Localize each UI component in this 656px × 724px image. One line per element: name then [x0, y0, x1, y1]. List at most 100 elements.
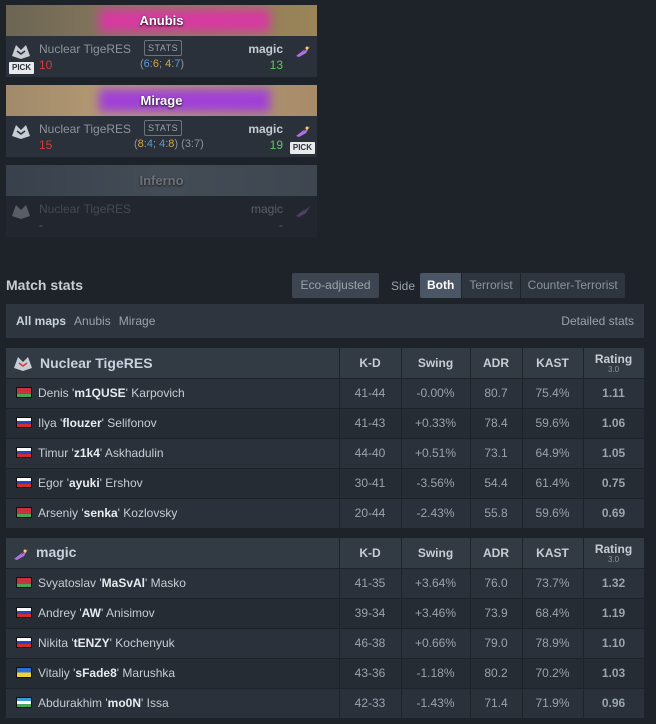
team-stats-table: magic K-D Swing ADR KAST Rating 3.0 Svyatoslav …: [6, 538, 645, 718]
kd-cell: 20-44: [339, 497, 402, 528]
tiger-logo-icon: [12, 205, 30, 219]
team-left-name: Nuclear TigeRES: [39, 202, 132, 216]
flag-icon: [16, 447, 32, 458]
map-banner: Inferno: [6, 165, 317, 196]
kd-cell: 41-43: [339, 407, 402, 438]
map-result: PICK Nuclear TigeRES 10 STATS (6:6; 4:7)…: [6, 36, 317, 77]
player-cell[interactable]: Nikita 'tENZY' Kochenyuk: [6, 627, 340, 658]
kast-cell: 70.2%: [522, 657, 584, 688]
adr-cell: 78.4: [470, 407, 523, 438]
adr-cell: 76.0: [470, 567, 523, 598]
team-left-score: 15: [39, 138, 53, 152]
adr-cell: 54.4: [470, 467, 523, 498]
team-stats-table: Nuclear TigeRES K-D Swing ADR KAST Rating 3.0 D…: [6, 348, 645, 528]
tiger-logo-icon: [14, 356, 32, 371]
table-row: Andrey 'AW' Anisimov 39-34 +3.46% 73.9 68.4%…: [6, 597, 645, 628]
map-result: Nuclear TigeRES - magic -: [6, 196, 317, 237]
magic-logo-icon: [296, 206, 310, 217]
team-name[interactable]: Nuclear TigeRES: [6, 348, 340, 378]
team-name[interactable]: magic: [6, 538, 340, 568]
col-kd[interactable]: K-D: [339, 538, 402, 568]
rating-cell: 1.03: [583, 657, 645, 688]
table-row: Denis 'm1QUSE' Karpovich 41-44 -0.00% 80.7 7…: [6, 377, 645, 408]
player-cell[interactable]: Denis 'm1QUSE' Karpovich: [6, 377, 340, 408]
player-cell[interactable]: Timur 'z1k4' Askhadulin: [6, 437, 340, 468]
flag-icon: [16, 637, 32, 648]
adr-cell: 73.1: [470, 437, 523, 468]
kd-cell: 44-40: [339, 437, 402, 468]
swing-cell: +0.51%: [401, 437, 471, 468]
table-row: Svyatoslav 'MaSvAl' Masko 41-35 +3.64% 76.0…: [6, 567, 645, 598]
team-right-score: 13: [269, 58, 283, 72]
kd-cell: 46-38: [339, 627, 402, 658]
kast-cell: 75.4%: [522, 377, 584, 408]
filter-anubis[interactable]: Anubis: [74, 314, 111, 328]
col-rating[interactable]: Rating 3.0: [583, 538, 645, 568]
filter-mirage[interactable]: Mirage: [119, 314, 156, 328]
player-cell[interactable]: Andrey 'AW' Anisimov: [6, 597, 340, 628]
flag-icon: [16, 507, 32, 519]
tiger-logo-icon: [12, 125, 30, 139]
pick-badge: PICK: [289, 142, 315, 154]
map-banner-highlight: [99, 89, 271, 112]
magic-logo-icon: [296, 46, 310, 57]
col-adr[interactable]: ADR: [470, 538, 523, 568]
col-rating[interactable]: Rating 3.0: [583, 348, 645, 378]
map-stats-button[interactable]: STATS: [144, 120, 183, 136]
team-left-score: 10: [39, 58, 53, 72]
team-right-name: magic: [248, 42, 283, 56]
map-stats-button[interactable]: STATS: [144, 40, 183, 56]
table-row: Abdurakhim 'mo0N' Issa 42-33 -1.43% 71.4 71.…: [6, 687, 645, 718]
filter-all-maps[interactable]: All maps: [16, 314, 66, 328]
kd-cell: 42-33: [339, 687, 402, 718]
player-cell[interactable]: Arseniy 'senka' Kozlovsky: [6, 497, 340, 528]
player-cell[interactable]: Vitaliy 'sFade8' Marushka: [6, 657, 340, 688]
pick-badge: PICK: [9, 62, 35, 74]
map-result: Nuclear TigeRES 15 STATS (8:4; 4:8) (3:7…: [6, 116, 317, 157]
flag-icon: [16, 577, 32, 588]
side-option-both[interactable]: Both: [420, 273, 463, 298]
map-card-inferno: Inferno Nuclear TigeRES - magic -: [6, 165, 317, 237]
rating-cell: 1.10: [583, 627, 645, 658]
team-left-name: Nuclear TigeRES: [39, 42, 132, 56]
player-cell[interactable]: Abdurakhim 'mo0N' Issa: [6, 687, 340, 718]
kast-cell: 78.9%: [522, 627, 584, 658]
player-cell[interactable]: Ilya 'flouzer' Selifonov: [6, 407, 340, 438]
team-right-name: magic: [250, 202, 283, 216]
map-card-anubis[interactable]: Anubis PICK Nuclear TigeRES 10 STATS (6:…: [6, 5, 317, 77]
magic-logo-icon: [296, 126, 310, 137]
kast-cell: 73.7%: [522, 567, 584, 598]
map-card-mirage[interactable]: Mirage Nuclear TigeRES 15 STATS (8:4; 4:…: [6, 85, 317, 157]
map-name: Mirage: [140, 93, 183, 108]
side-option-terrorist[interactable]: Terrorist: [462, 273, 521, 298]
kd-cell: 43-36: [339, 657, 402, 688]
side-option-counter-terrorist[interactable]: Counter-Terrorist: [521, 273, 625, 298]
flag-icon: [16, 477, 32, 488]
col-kd[interactable]: K-D: [339, 348, 402, 378]
rating-cell: 0.75: [583, 467, 645, 498]
kd-cell: 41-44: [339, 377, 402, 408]
col-swing[interactable]: Swing: [401, 538, 471, 568]
map-banner-highlight: [99, 9, 271, 32]
swing-cell: -0.00%: [401, 377, 471, 408]
rating-cell: 0.96: [583, 687, 645, 718]
table-row: Arseniy 'senka' Kozlovsky 20-44 -2.43% 55.8…: [6, 497, 645, 528]
player-cell[interactable]: Svyatoslav 'MaSvAl' Masko: [6, 567, 340, 598]
swing-cell: +0.33%: [401, 407, 471, 438]
col-swing[interactable]: Swing: [401, 348, 471, 378]
adr-cell: 55.8: [470, 497, 523, 528]
magic-logo-icon: [14, 549, 28, 561]
col-adr[interactable]: ADR: [470, 348, 523, 378]
map-name: Inferno: [139, 173, 184, 188]
rating-cell: 0.69: [583, 497, 645, 528]
detailed-stats-link[interactable]: Detailed stats: [561, 314, 634, 328]
team-right-score: -: [279, 218, 283, 232]
adr-cell: 71.4: [470, 687, 523, 718]
eco-adjusted-toggle[interactable]: Eco-adjusted: [292, 273, 379, 298]
player-cell[interactable]: Egor 'ayuki' Ershov: [6, 467, 340, 498]
match-stats-title: Match stats: [6, 277, 84, 293]
kast-cell: 59.6%: [522, 407, 584, 438]
col-kast[interactable]: KAST: [522, 348, 584, 378]
swing-cell: -3.56%: [401, 467, 471, 498]
col-kast[interactable]: KAST: [522, 538, 584, 568]
